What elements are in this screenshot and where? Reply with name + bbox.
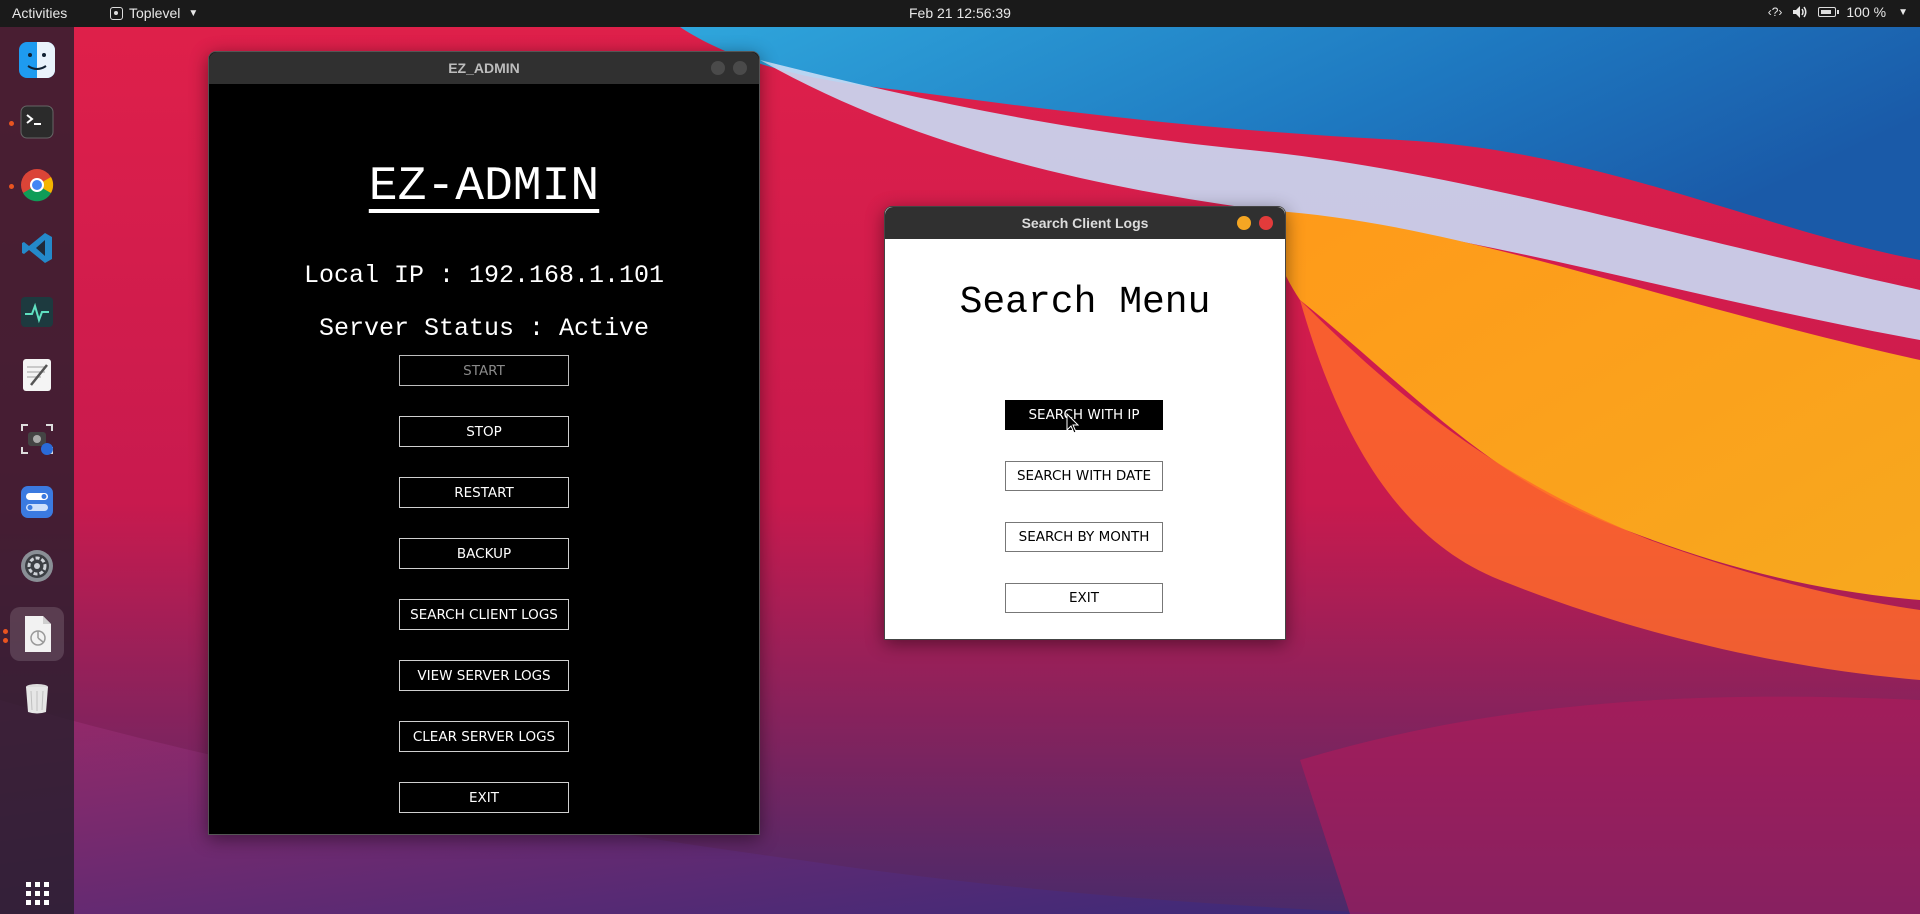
- mouse-pointer-icon: [1066, 413, 1080, 434]
- minimize-button[interactable]: [711, 61, 725, 75]
- ez-admin-window: EZ_ADMIN EZ-ADMIN Local IP : 192.168.1.1…: [208, 51, 760, 835]
- network-icon: ‹?›: [1767, 5, 1783, 19]
- activities-button[interactable]: Activities: [12, 5, 67, 21]
- volume-icon: [1793, 6, 1807, 18]
- settings-app-icon[interactable]: [17, 546, 57, 586]
- chrome-app-icon[interactable]: [17, 165, 57, 205]
- search-with-date-button[interactable]: SEARCH WITH DATE: [1005, 461, 1163, 491]
- tweaks-app-icon[interactable]: [17, 482, 57, 522]
- clear-server-logs-button[interactable]: CLEAR SERVER LOGS: [399, 721, 569, 752]
- text-editor-app-icon[interactable]: [17, 355, 57, 395]
- running-indicator: [3, 629, 8, 634]
- running-indicator: [3, 638, 8, 643]
- ez-admin-heading: EZ-ADMIN: [368, 160, 600, 214]
- stop-button[interactable]: STOP: [399, 416, 569, 447]
- close-button[interactable]: [1259, 216, 1273, 230]
- restart-button[interactable]: RESTART: [399, 477, 569, 508]
- search-by-month-button[interactable]: SEARCH BY MONTH: [1005, 522, 1163, 552]
- local-ip-label: Local IP : 192.168.1.101: [303, 261, 665, 290]
- document-viewer-app-icon[interactable]: [10, 607, 64, 661]
- search-window-titlebar[interactable]: Search Client Logs: [885, 207, 1285, 239]
- battery-icon: [1818, 7, 1840, 17]
- screenshot-app-icon[interactable]: [17, 419, 57, 459]
- battery-percentage: 100 %: [1846, 4, 1887, 20]
- search-client-logs-button[interactable]: SEARCH CLIENT LOGS: [399, 599, 569, 630]
- app-menu-icon: [110, 6, 123, 20]
- minimize-button[interactable]: [1237, 216, 1251, 230]
- dock: [0, 27, 74, 914]
- running-indicator: [9, 184, 14, 189]
- server-status-label: Server Status : Active: [318, 314, 650, 343]
- system-tray[interactable]: ‹?› 100 % ▼: [1768, 4, 1908, 20]
- system-monitor-app-icon[interactable]: [17, 292, 57, 332]
- exit-button[interactable]: EXIT: [399, 782, 569, 813]
- trash-icon[interactable]: [17, 678, 57, 718]
- show-applications-grid-icon[interactable]: [17, 873, 57, 913]
- search-client-logs-window: Search Client Logs Search Menu SEARCH WI…: [884, 206, 1286, 640]
- clock-container: Feb 21 12:56:39: [0, 5, 1920, 21]
- app-menu[interactable]: Toplevel ▼: [110, 5, 198, 21]
- view-server-logs-button[interactable]: VIEW SERVER LOGS: [399, 660, 569, 691]
- ez-admin-window-title: EZ_ADMIN: [448, 60, 520, 76]
- clock[interactable]: Feb 21 12:56:39: [909, 5, 1011, 21]
- search-window-content: Search Menu SEARCH WITH IP SEARCH WITH D…: [885, 239, 1285, 639]
- finder-app-icon[interactable]: [17, 40, 57, 80]
- top-bar: Activities Toplevel ▼ Feb 21 12:56:39 ‹?…: [0, 0, 1920, 27]
- app-menu-label: Toplevel: [129, 5, 181, 21]
- search-exit-button[interactable]: EXIT: [1005, 583, 1163, 613]
- terminal-app-icon[interactable]: [17, 102, 57, 142]
- system-menu-chevron-icon: ▼: [1898, 6, 1908, 18]
- running-indicator: [9, 121, 14, 126]
- ez-admin-content: EZ-ADMIN Local IP : 192.168.1.101 Server…: [209, 84, 759, 834]
- close-button[interactable]: [733, 61, 747, 75]
- search-with-ip-button[interactable]: SEARCH WITH IP: [1005, 400, 1163, 430]
- backup-button[interactable]: BACKUP: [399, 538, 569, 569]
- ez-admin-titlebar[interactable]: EZ_ADMIN: [209, 52, 759, 84]
- search-window-title: Search Client Logs: [1021, 215, 1149, 231]
- search-menu-heading: Search Menu: [959, 281, 1211, 324]
- app-menu-caret-icon: ▼: [188, 7, 199, 19]
- start-button[interactable]: START: [399, 355, 569, 386]
- vscode-app-icon[interactable]: [17, 228, 57, 268]
